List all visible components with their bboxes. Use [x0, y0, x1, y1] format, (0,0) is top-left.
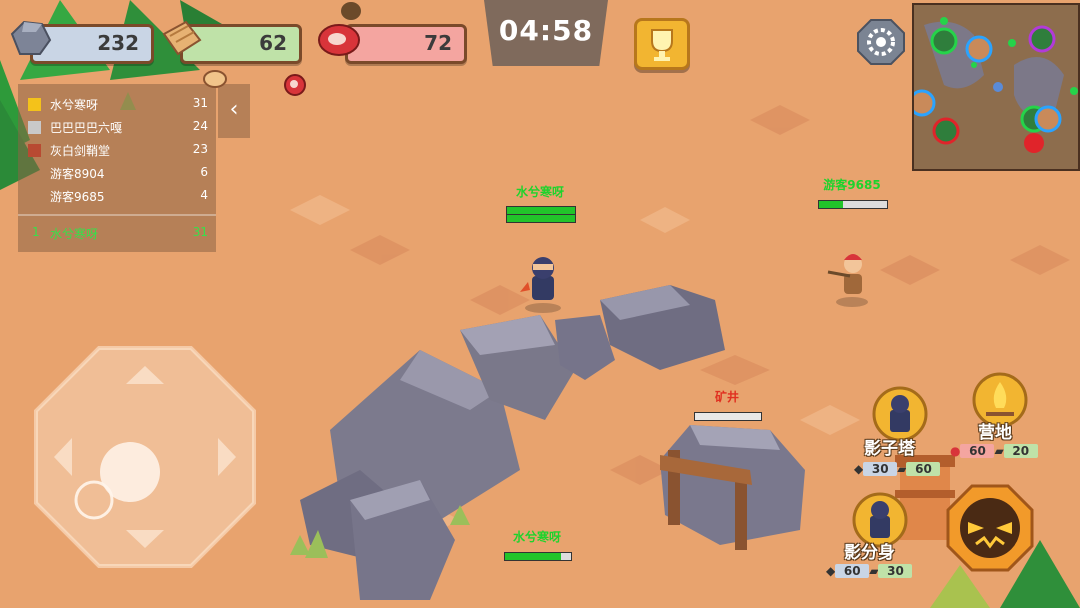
player-name-text: 水兮寒呀: [515, 185, 564, 199]
ally-name-tag: 水兮寒呀: [498, 528, 576, 545]
mine-progress-bar: [694, 412, 762, 421]
team-swatch: [28, 144, 41, 157]
stone-icon: [10, 20, 52, 55]
shadow-tower-cost: ◆ 30 ▰ 60: [854, 462, 941, 478]
leaderboard-row: 游客9685 4: [28, 186, 208, 206]
chevron-left-icon: ‹: [229, 97, 239, 122]
settings-button[interactable]: [856, 18, 906, 66]
player-name: 水兮寒呀: [50, 98, 99, 112]
trophy-icon: [651, 29, 673, 61]
meat-pickup-icon: [284, 74, 306, 96]
camp-cost: ● 60 ▰ 20: [950, 444, 1038, 460]
joystick-icon: [34, 346, 256, 568]
leaderboard-row: 灰白剑鞘堂 23: [28, 140, 208, 160]
team-swatch: [28, 98, 41, 111]
enemy-health-bar: [818, 200, 888, 209]
player-score: 24: [192, 119, 208, 133]
self-score: 31: [192, 225, 208, 239]
match-timer: 04:58: [484, 0, 608, 66]
self-rank: 1: [32, 225, 40, 239]
player-score: 23: [192, 142, 208, 156]
meat-icon: ●: [950, 444, 961, 458]
minimap-terrain: [914, 5, 1078, 169]
enemy-character[interactable]: [826, 248, 878, 308]
camp-wood-cost: 20: [1003, 444, 1038, 458]
wood-icon: ▰: [897, 462, 907, 476]
stone-icon: ◆: [826, 564, 836, 578]
leaderboard-self-row: 1 水兮寒呀 31: [28, 223, 208, 243]
player-energy-bar: [506, 214, 576, 223]
build-shadow-tower-button[interactable]: 影子塔 ◆ 30 ▰ 60: [854, 384, 956, 480]
ninja-character[interactable]: [518, 252, 568, 314]
player-name-tag: 水兮寒呀: [500, 183, 580, 200]
team-swatch: [28, 121, 41, 134]
shadow-tower-label: 影子塔: [864, 439, 915, 459]
trophy-button[interactable]: [634, 18, 690, 70]
wood-icon: ▰: [869, 564, 879, 578]
camp-label: 营地: [978, 423, 1012, 443]
wood-pickup-icon: [203, 70, 227, 88]
gear-icon: [857, 19, 905, 65]
build-camp-button[interactable]: 营地 ● 60 ▰ 20: [950, 370, 1052, 466]
shadow-clone-stone-cost: 60: [835, 564, 870, 578]
player-name: 游客9685: [50, 190, 105, 204]
leaderboard-collapse-button[interactable]: ‹: [218, 84, 250, 138]
build-shadow-clone-button[interactable]: 影分身 ◆ 60 ▰ 30: [826, 490, 932, 586]
virtual-joystick[interactable]: [34, 346, 256, 568]
shadow-clone-wood-cost: 30: [878, 564, 913, 578]
wood-value: 62: [259, 31, 287, 55]
meat-value: 72: [424, 31, 452, 55]
leaderboard: 水兮寒呀 31 巴巴巴巴六嘎 24 灰白剑鞘堂 23 游客8904 6 游客96…: [18, 84, 216, 252]
wood-icon: ▰: [994, 444, 1004, 458]
mine-label: 矿井: [700, 388, 754, 405]
shadow-tower-wood-cost: 60: [906, 462, 941, 476]
mine-label-text: 矿井: [714, 390, 739, 404]
player-name: 巴巴巴巴六嘎: [50, 121, 123, 135]
player-score: 6: [200, 165, 208, 179]
attack-button[interactable]: [944, 482, 1036, 574]
self-name: 水兮寒呀: [50, 227, 99, 241]
ally-health-bar: [504, 552, 572, 561]
player-score: 4: [200, 188, 208, 202]
enemy-name-tag: 游客9685: [812, 176, 892, 193]
shadow-clone-cost: ◆ 60 ▰ 30: [826, 564, 913, 580]
leaderboard-row: 巴巴巴巴六嘎 24: [28, 117, 208, 137]
wood-icon: [162, 20, 202, 56]
attack-icon: [946, 484, 1034, 572]
player-name: 灰白剑鞘堂: [50, 144, 111, 158]
timer-text: 04:58: [498, 14, 594, 47]
camp-meat-cost: 60: [960, 444, 995, 458]
leaderboard-row: 水兮寒呀 31: [28, 94, 208, 114]
player-score: 31: [192, 96, 208, 110]
minimap[interactable]: [912, 3, 1080, 171]
leaderboard-row: 游客8904 6: [28, 163, 208, 183]
shadow-clone-label: 影分身: [844, 543, 895, 563]
leaderboard-divider: [18, 214, 216, 216]
meat-bag-icon: [341, 2, 361, 20]
shadow-tower-stone-cost: 30: [863, 462, 898, 476]
enemy-name-text: 游客9685: [823, 178, 881, 192]
player-name: 游客8904: [50, 167, 105, 181]
ally-name-text: 水兮寒呀: [512, 530, 561, 544]
stone-value: 232: [97, 31, 139, 55]
stone-icon: ◆: [854, 462, 864, 476]
